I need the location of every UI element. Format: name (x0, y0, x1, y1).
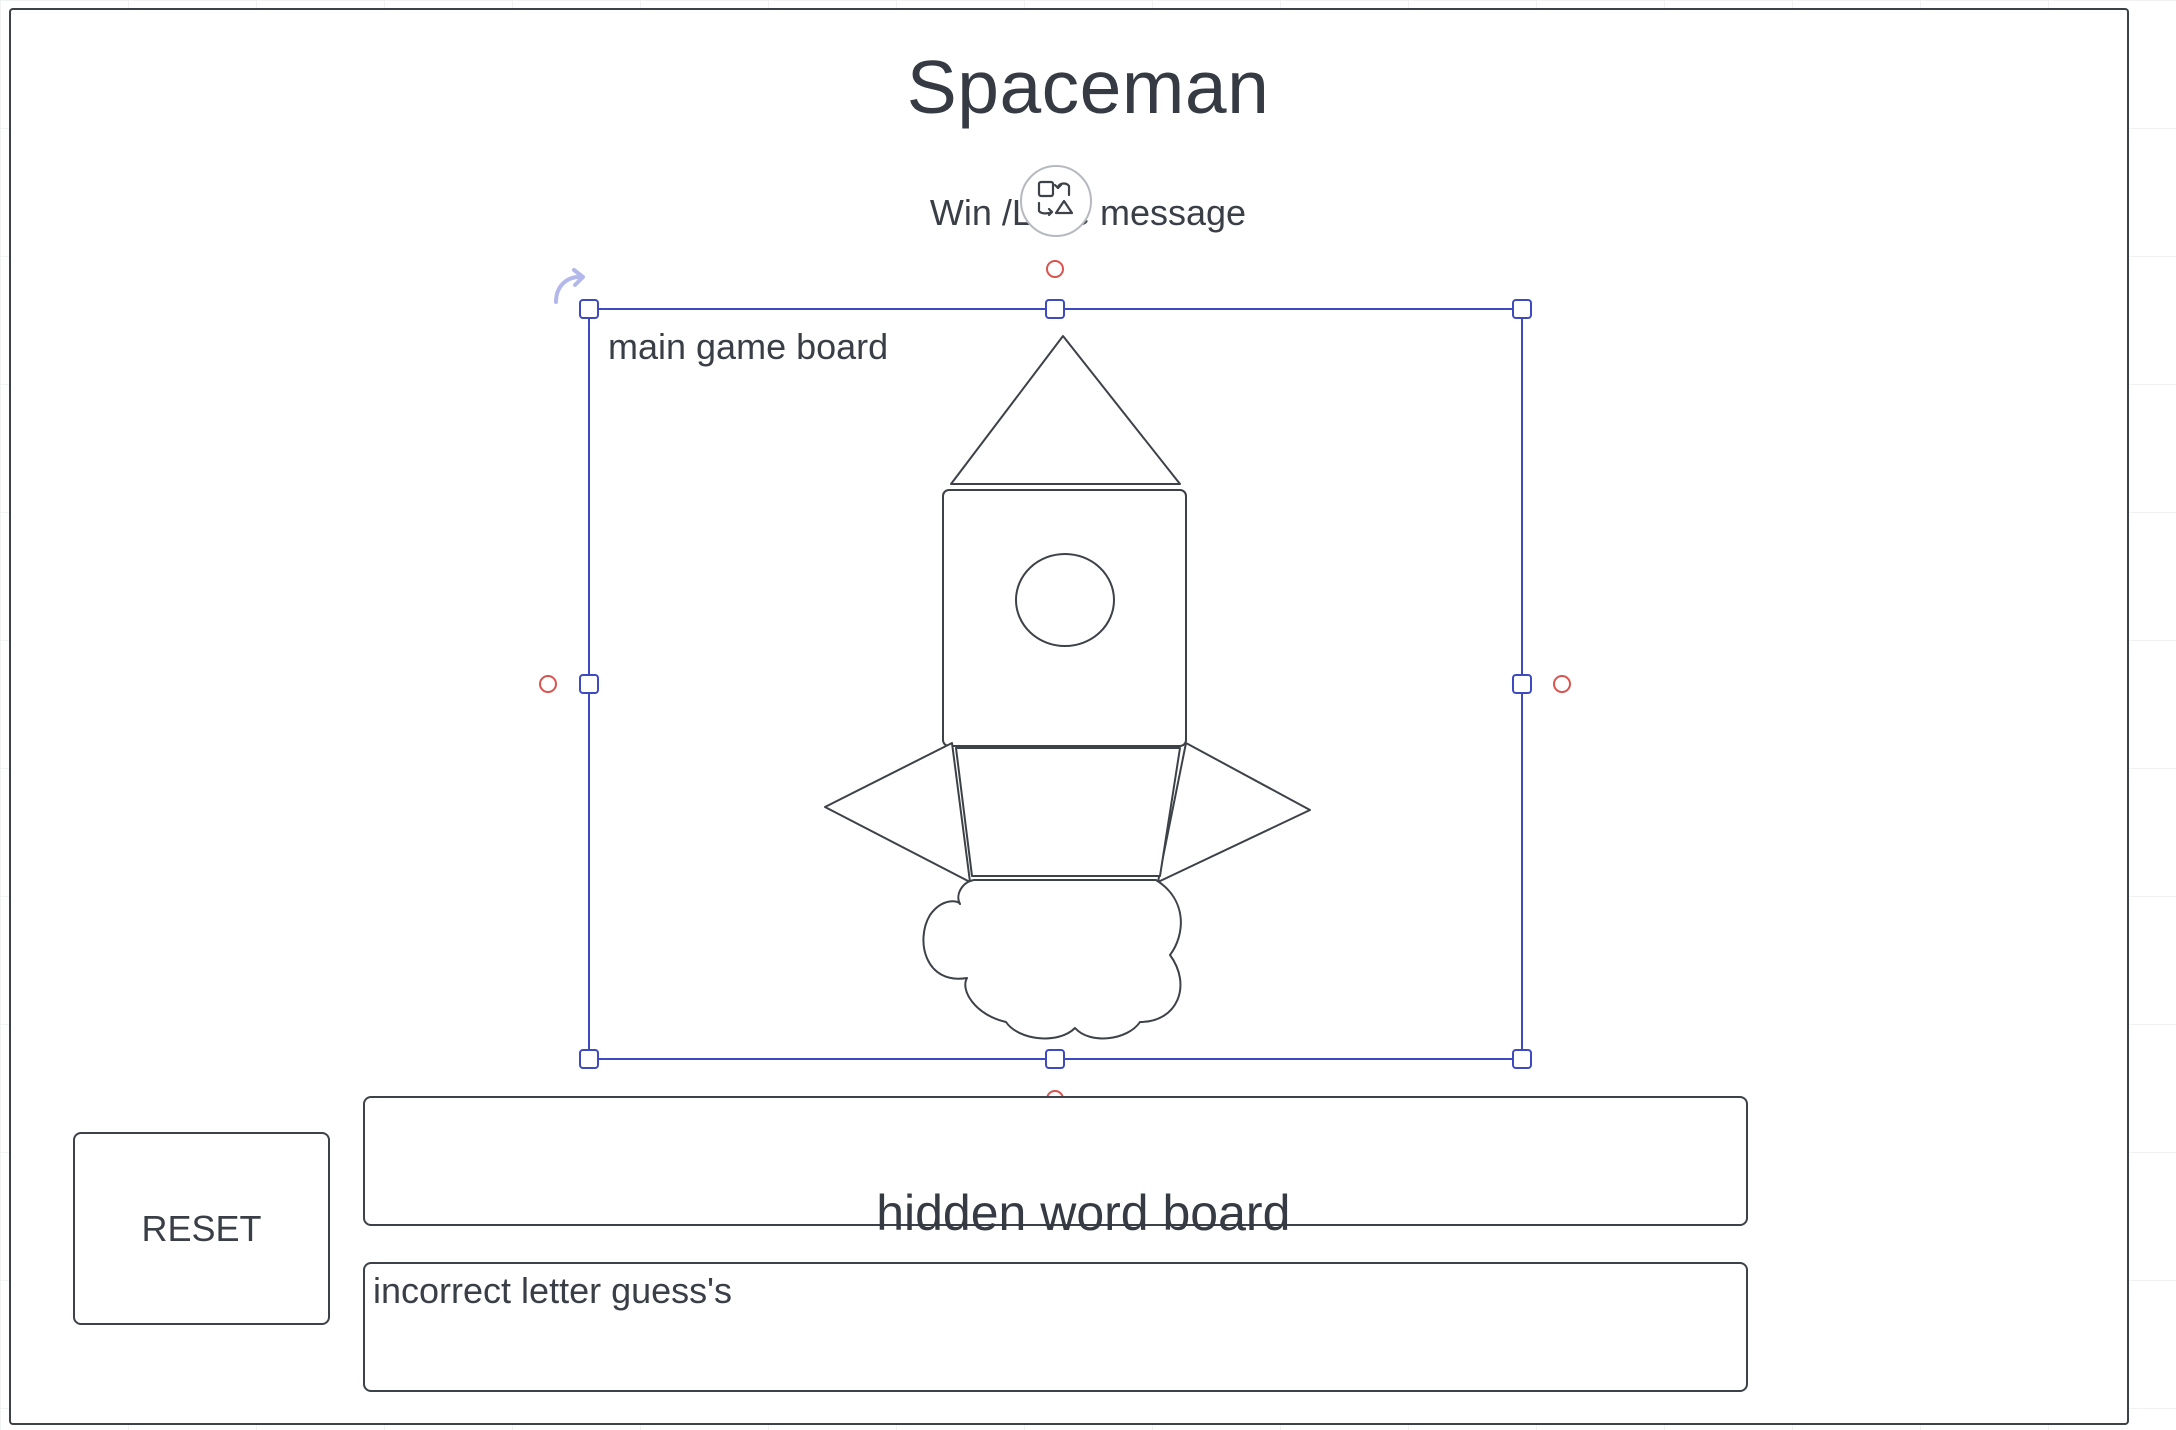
resize-handle-bottom-center (1045, 1049, 1065, 1069)
quick-actions-button[interactable] (1020, 165, 1092, 237)
shape-swap-icon (1037, 180, 1074, 217)
reset-button-label: RESET (141, 1207, 262, 1249)
incorrect-letter-board-label: incorrect letter guess's (373, 1270, 733, 1311)
resize-handle-middle-right (1512, 674, 1532, 694)
reset-button[interactable]: RESET (73, 1132, 330, 1325)
connection-point-top (1046, 260, 1064, 278)
resize-handle-top-left (579, 299, 599, 319)
resize-handle-middle-left (579, 674, 599, 694)
resize-handle-top-right (1512, 299, 1532, 319)
connection-point-right (1553, 675, 1571, 693)
resize-handle-bottom-left (579, 1049, 599, 1069)
main-game-board-label[interactable]: main game board (608, 326, 888, 368)
connection-point-left (539, 675, 557, 693)
resize-handle-bottom-right (1512, 1049, 1532, 1069)
hidden-word-board[interactable]: hidden word board _ _ _ _ _ _ _ _ (363, 1096, 1748, 1299)
hidden-word-board-label: hidden word board (876, 1185, 1291, 1241)
main-game-board-frame (588, 308, 1523, 1060)
rotate-arrow-icon (554, 268, 585, 304)
incorrect-letter-board[interactable]: incorrect letter guess's (363, 1262, 1748, 1392)
resize-handle-top-center (1045, 299, 1065, 319)
